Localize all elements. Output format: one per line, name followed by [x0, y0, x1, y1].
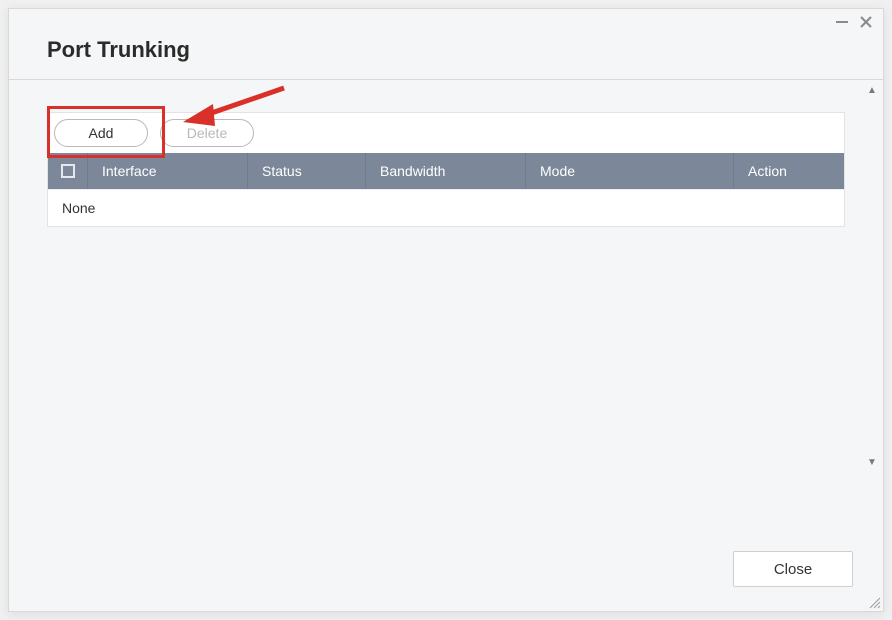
- column-select-all[interactable]: [48, 153, 88, 189]
- column-interface: Interface: [88, 153, 248, 189]
- column-status: Status: [248, 153, 366, 189]
- delete-button: Delete: [160, 119, 254, 147]
- dialog-title: Port Trunking: [47, 37, 190, 63]
- table-header: Interface Status Bandwidth Mode Action: [48, 153, 844, 189]
- minimize-icon[interactable]: [833, 13, 851, 31]
- empty-text: None: [62, 200, 95, 216]
- column-action: Action: [734, 153, 844, 189]
- title-bar: Port Trunking: [9, 9, 883, 80]
- dialog-body: ▲ ▼ Add Delete Interface Status Bandwidt…: [9, 80, 883, 611]
- port-trunking-dialog: Port Trunking ▲ ▼ Add Delete Interface S…: [8, 8, 884, 612]
- dialog-footer: Close: [733, 551, 853, 587]
- close-button[interactable]: Close: [733, 551, 853, 587]
- close-icon[interactable]: [857, 13, 875, 31]
- scroll-down-icon: ▼: [867, 458, 877, 468]
- scroll-up-icon: ▲: [867, 86, 877, 96]
- window-controls: [833, 13, 875, 31]
- resize-grip-icon[interactable]: [867, 595, 881, 609]
- add-button[interactable]: Add: [54, 119, 148, 147]
- column-mode: Mode: [526, 153, 734, 189]
- column-bandwidth: Bandwidth: [366, 153, 526, 189]
- checkbox-icon[interactable]: [61, 164, 75, 178]
- toolbar: Add Delete: [47, 112, 845, 153]
- table-empty-row: None: [48, 189, 844, 226]
- trunking-table: Interface Status Bandwidth Mode Action N…: [47, 153, 845, 227]
